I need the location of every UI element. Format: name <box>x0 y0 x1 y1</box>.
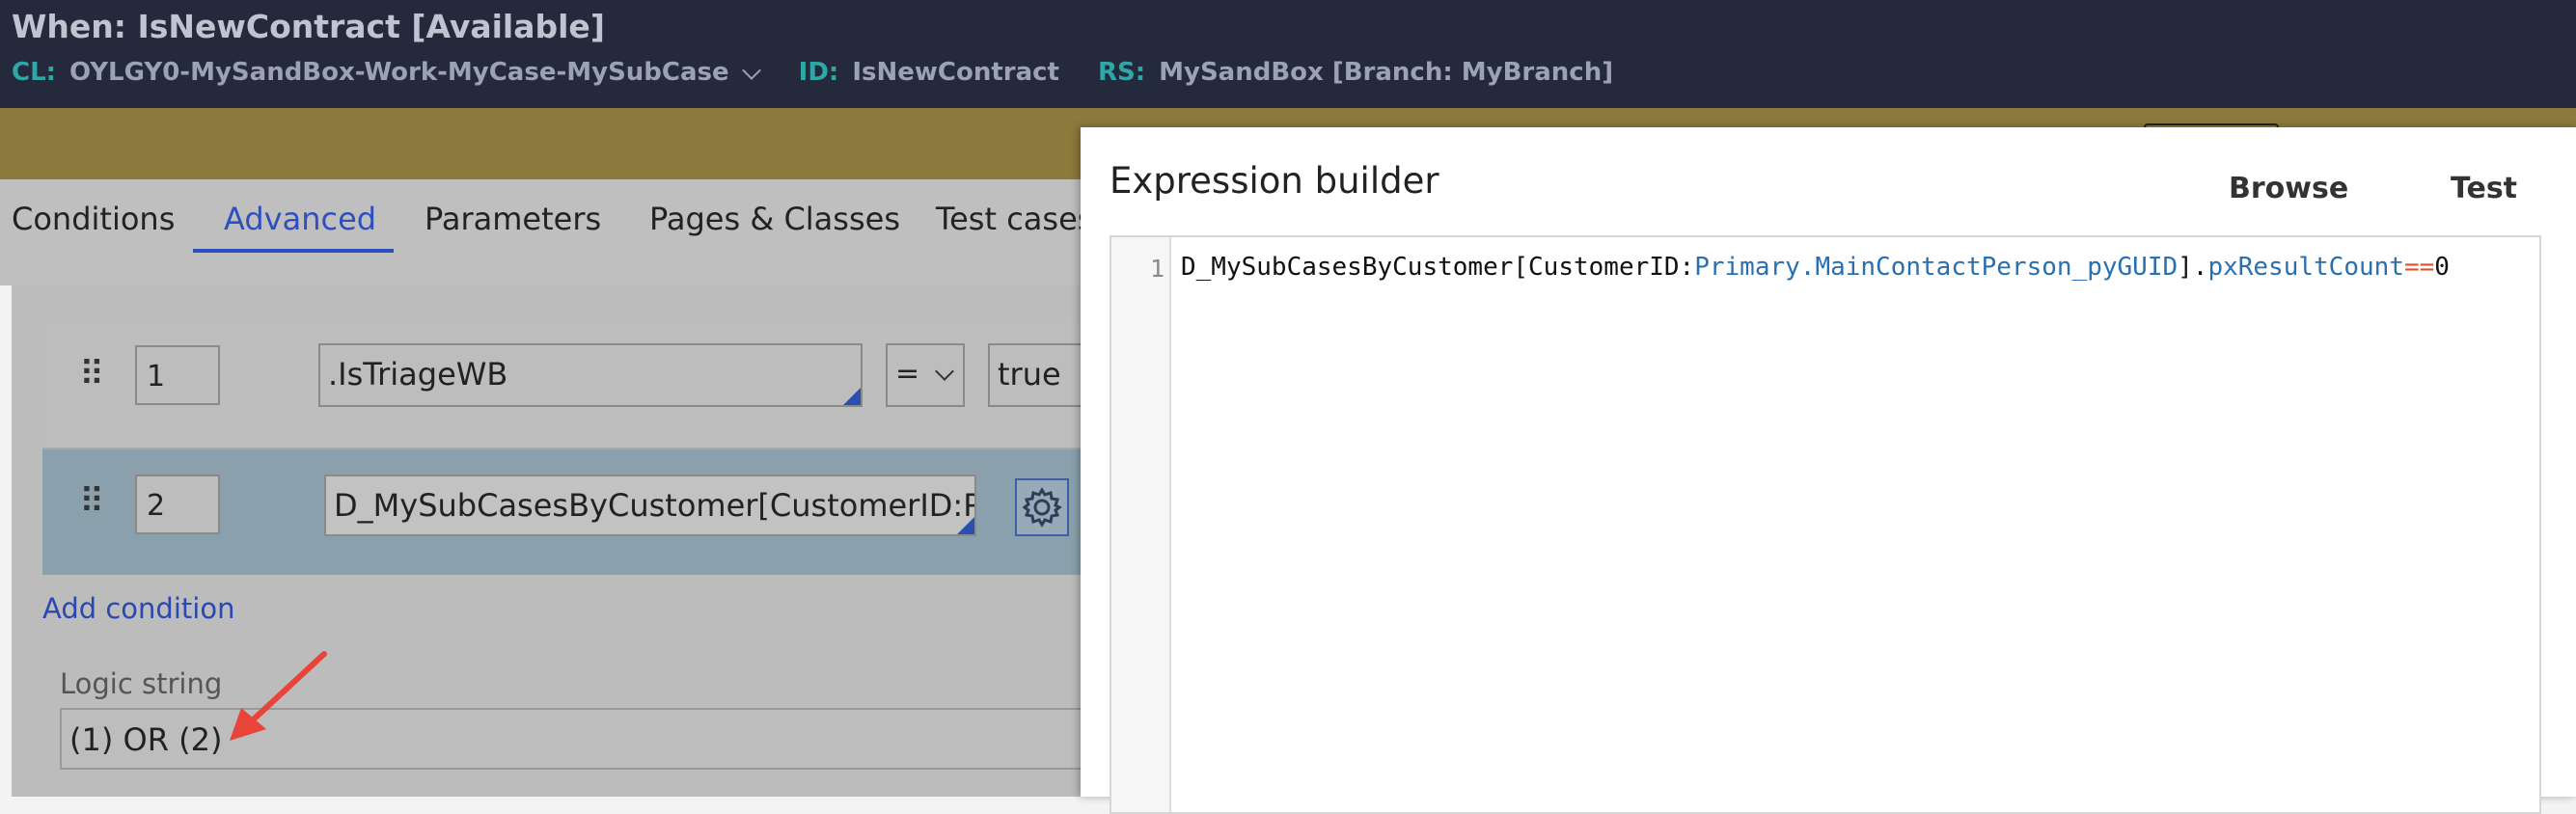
conditions-panel: ⠿ 1 .IsTriageWB = true ⠿ 2 D_MySubCasesB… <box>12 285 1104 797</box>
expression-value: D_MySubCasesByCustomer[CustomerID:Prim <box>334 487 976 524</box>
tab-bar: Conditions Advanced Parameters Pages & C… <box>0 179 1093 285</box>
rule-header: When: IsNewContract [Available] CL: OYLGY… <box>0 0 2576 108</box>
condition-number[interactable]: 2 <box>135 475 220 534</box>
code-token: D_MySubCasesByCustomer[CustomerID: <box>1181 253 1695 282</box>
operator-value: = <box>895 357 920 391</box>
tab-advanced[interactable]: Advanced <box>224 201 376 237</box>
condition-number[interactable]: 1 <box>135 345 220 405</box>
operator-select[interactable]: = <box>886 343 965 407</box>
autocomplete-corner-icon <box>957 517 974 534</box>
code-token: == <box>2403 253 2435 282</box>
logic-string-input[interactable]: (1) OR (2) <box>60 708 1092 770</box>
property-value: .IsTriageWB <box>328 356 508 393</box>
tab-conditions[interactable]: Conditions <box>12 201 175 237</box>
annotation-arrow-icon <box>230 651 327 741</box>
tab-pages-classes[interactable]: Pages & Classes <box>649 201 900 237</box>
value-text: true <box>998 356 1061 393</box>
active-tab-indicator <box>193 249 394 253</box>
expression-field[interactable]: D_MySubCasesByCustomer[CustomerID:Prim <box>324 475 976 536</box>
chevron-down-icon <box>935 362 954 381</box>
drag-handle-icon[interactable]: ⠿ <box>79 355 104 394</box>
code-token: Primary.MainContactPerson_pyGUID <box>1694 253 2179 282</box>
drag-handle-icon[interactable]: ⠿ <box>79 482 104 522</box>
condition-row: ⠿ 1 .IsTriageWB = true <box>42 322 1104 449</box>
ruleset-value[interactable]: MySandBox [Branch: MyBranch] <box>1159 58 1613 87</box>
tab-parameters[interactable]: Parameters <box>425 201 601 237</box>
id-label: ID: <box>798 58 839 87</box>
expression-code[interactable]: D_MySubCasesByCustomer[CustomerID:Primar… <box>1181 253 2450 282</box>
modal-title: Expression builder <box>1110 160 1439 202</box>
chevron-down-icon[interactable] <box>741 60 761 80</box>
class-link[interactable]: OYLGY0-MySandBox-Work-MyCase-MySubCase <box>69 58 729 87</box>
cl-label: CL: <box>12 58 57 87</box>
gear-icon <box>1022 487 1062 528</box>
rule-meta: CL: OYLGY0-MySandBox-Work-MyCase-MySubCas… <box>12 58 1652 87</box>
test-button[interactable]: Test <box>2451 172 2517 205</box>
code-token: pxResultCount <box>2207 253 2404 282</box>
expression-editor[interactable]: 1 D_MySubCasesByCustomer[CustomerID:Prim… <box>1110 235 2541 814</box>
code-token: ]. <box>2178 253 2208 282</box>
line-number: 1 <box>1150 255 1165 283</box>
expression-builder-button[interactable] <box>1015 478 1069 536</box>
add-condition-link[interactable]: Add condition <box>42 592 234 625</box>
browse-button[interactable]: Browse <box>2229 172 2348 205</box>
code-token: 0 <box>2434 253 2450 282</box>
autocomplete-corner-icon <box>843 388 861 405</box>
line-gutter: 1 <box>1111 237 1171 812</box>
property-field[interactable]: .IsTriageWB <box>318 343 863 407</box>
rule-title: When: IsNewContract [Available] <box>12 8 605 45</box>
condition-row: ⠿ 2 D_MySubCasesByCustomer[CustomerID:Pr… <box>42 449 1081 575</box>
rs-label: RS: <box>1097 58 1146 87</box>
logic-string-label: Logic string <box>60 667 223 700</box>
expression-builder-modal: Expression builder Browse Test 1 D_MySub… <box>1081 127 2576 814</box>
tab-test-cases[interactable]: Test cases <box>936 201 1093 237</box>
id-value: IsNewContract <box>852 58 1059 87</box>
